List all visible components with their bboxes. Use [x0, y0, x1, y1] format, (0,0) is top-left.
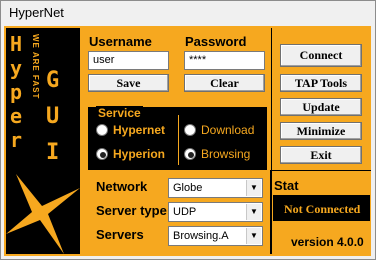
- connect-button[interactable]: Connect: [280, 44, 362, 67]
- chevron-down-icon[interactable]: ▼: [246, 204, 261, 220]
- update-button[interactable]: Update: [280, 98, 362, 116]
- minimize-button[interactable]: Minimize: [280, 122, 362, 140]
- logo-letter-r: r: [10, 128, 23, 152]
- service-legend: Service: [96, 106, 143, 120]
- browsing-radio[interactable]: [184, 148, 196, 160]
- status-divider-horizontal: [271, 170, 371, 171]
- servers-value: Browsing.A: [173, 230, 229, 242]
- save-button[interactable]: Save: [88, 74, 169, 92]
- logo-letter-i: I: [46, 140, 60, 165]
- logo-letter-h: H: [10, 32, 23, 56]
- password-label: Password: [185, 34, 247, 49]
- service-group: Service Hypernet Hyperion Download Brows…: [88, 106, 267, 170]
- browsing-label[interactable]: Browsing: [201, 147, 250, 161]
- status-box: Not Connected: [273, 195, 370, 221]
- hyperion-radio[interactable]: [96, 148, 108, 160]
- logo-letter-e: e: [10, 104, 23, 128]
- logo-letter-g: G: [46, 68, 60, 93]
- chevron-down-icon[interactable]: ▼: [246, 228, 261, 244]
- download-radio[interactable]: [184, 124, 196, 136]
- logo-panel: WE ARE FAST H y p e r G U I: [6, 28, 80, 254]
- status-divider-vertical: [270, 170, 271, 254]
- title-bar: HyperNet: [0, 0, 376, 24]
- status-label: Stat: [274, 178, 299, 193]
- tap-tools-button[interactable]: TAP Tools: [280, 74, 362, 92]
- server-type-select[interactable]: UDP ▼: [168, 202, 263, 222]
- connection-status: Not Connected: [284, 202, 361, 216]
- logo-tagline: WE ARE FAST: [31, 34, 40, 100]
- clear-button[interactable]: Clear: [184, 74, 265, 92]
- logo-star-shape: [6, 174, 80, 254]
- servers-label: Servers: [96, 227, 144, 242]
- server-type-label: Server type: [96, 203, 167, 218]
- logo-letter-u: U: [46, 104, 60, 129]
- window-title: HyperNet: [9, 5, 64, 20]
- exit-button[interactable]: Exit: [280, 146, 362, 164]
- password-input[interactable]: ****: [184, 51, 265, 70]
- network-label: Network: [96, 179, 148, 194]
- network-value: Globe: [173, 182, 203, 194]
- servers-select[interactable]: Browsing.A ▼: [168, 226, 263, 246]
- server-type-value: UDP: [173, 206, 197, 218]
- logo-letter-y: y: [10, 56, 23, 80]
- network-select[interactable]: Globe ▼: [168, 178, 263, 198]
- hyperion-label[interactable]: Hyperion: [113, 147, 165, 161]
- logo-letter-p: p: [10, 80, 23, 104]
- username-input[interactable]: user: [88, 51, 169, 70]
- version-text: version 4.0.0: [291, 235, 364, 249]
- chevron-down-icon[interactable]: ▼: [246, 180, 261, 196]
- hypernet-label[interactable]: Hypernet: [113, 123, 165, 137]
- username-label: Username: [89, 34, 152, 49]
- service-divider: [178, 115, 179, 165]
- download-label[interactable]: Download: [201, 123, 254, 137]
- hypernet-radio[interactable]: [96, 124, 108, 136]
